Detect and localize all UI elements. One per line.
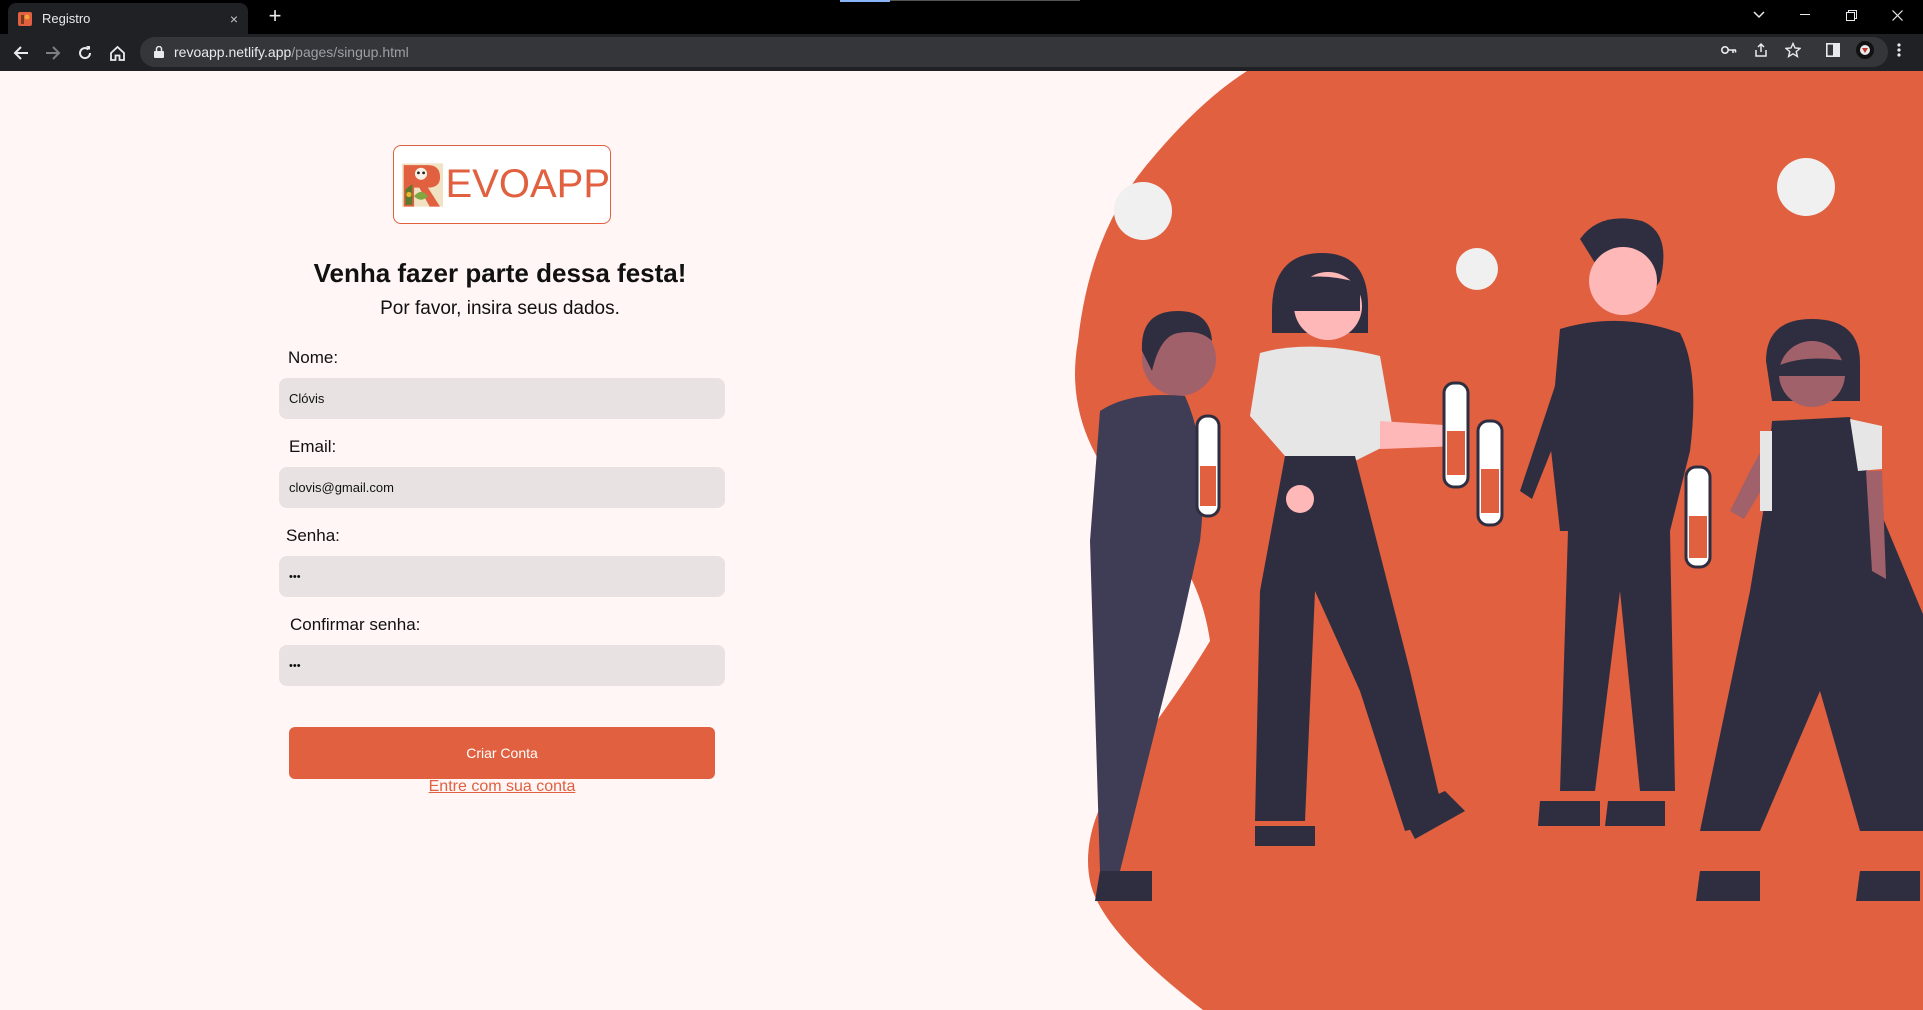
red-panda-logo-icon	[402, 162, 444, 207]
create-account-button[interactable]: Criar Conta	[289, 727, 715, 779]
bookmark-star-icon[interactable]	[1784, 41, 1802, 59]
signup-page: EVOAPP Venha fazer parte dessa festa! Po…	[0, 71, 1923, 1010]
revoapp-favicon-icon	[18, 11, 32, 26]
close-window-icon[interactable]	[1874, 0, 1920, 30]
profile-avatar-icon[interactable]	[1856, 41, 1874, 59]
minimize-icon[interactable]	[1782, 0, 1828, 30]
tab-strip: Registro × +	[0, 0, 1923, 34]
browser-tab[interactable]: Registro ×	[8, 3, 248, 34]
email-field[interactable]: clovis@gmail.com	[279, 467, 725, 508]
password-field[interactable]: •••	[279, 556, 725, 597]
balloon-1	[1114, 182, 1172, 240]
confirm-password-label: Confirmar senha:	[290, 615, 421, 634]
logo-text: EVOAPP	[445, 162, 610, 206]
browser-menu-icon[interactable]	[1890, 41, 1908, 59]
name-label: Nome:	[288, 348, 339, 367]
tab-strip-divider	[890, 0, 1080, 1]
name-field[interactable]: Clóvis	[279, 378, 725, 419]
tab-close-icon[interactable]: ×	[230, 11, 238, 27]
party-illustration	[1075, 71, 1923, 1010]
password-label: Senha:	[286, 526, 340, 545]
url-path: /pages/singup.html	[291, 44, 409, 60]
url-host: revoapp.netlify.app	[174, 44, 292, 60]
balloon-2	[1456, 248, 1498, 290]
back-arrow-icon[interactable]	[8, 40, 34, 66]
revoapp-logo: EVOAPP	[393, 145, 611, 224]
side-panel-icon[interactable]	[1824, 41, 1842, 59]
browser-toolbar: revoapp.netlify.app /pages/singup.html	[0, 34, 1923, 71]
tab-search-icon[interactable]	[1736, 0, 1782, 30]
page-title: Venha fazer parte dessa festa!	[313, 258, 687, 288]
tab-strip-indicator	[840, 0, 890, 2]
confirm-password-field[interactable]: •••	[279, 645, 725, 686]
new-tab-button[interactable]: +	[262, 4, 288, 30]
lock-icon[interactable]	[154, 46, 164, 58]
share-icon[interactable]	[1752, 41, 1770, 59]
balloon-3	[1777, 158, 1835, 216]
password-key-icon[interactable]	[1720, 41, 1738, 59]
restore-icon[interactable]	[1828, 0, 1874, 30]
page-subtitle: Por favor, insira seus dados.	[380, 298, 620, 319]
forward-arrow-icon[interactable]	[40, 40, 66, 66]
login-link[interactable]: Entre com sua conta	[289, 778, 715, 796]
address-bar[interactable]: revoapp.netlify.app /pages/singup.html	[140, 37, 1888, 67]
reload-icon[interactable]	[72, 40, 98, 66]
tab-title: Registro	[42, 11, 91, 26]
email-label: Email:	[289, 437, 337, 456]
home-icon[interactable]	[104, 40, 130, 66]
